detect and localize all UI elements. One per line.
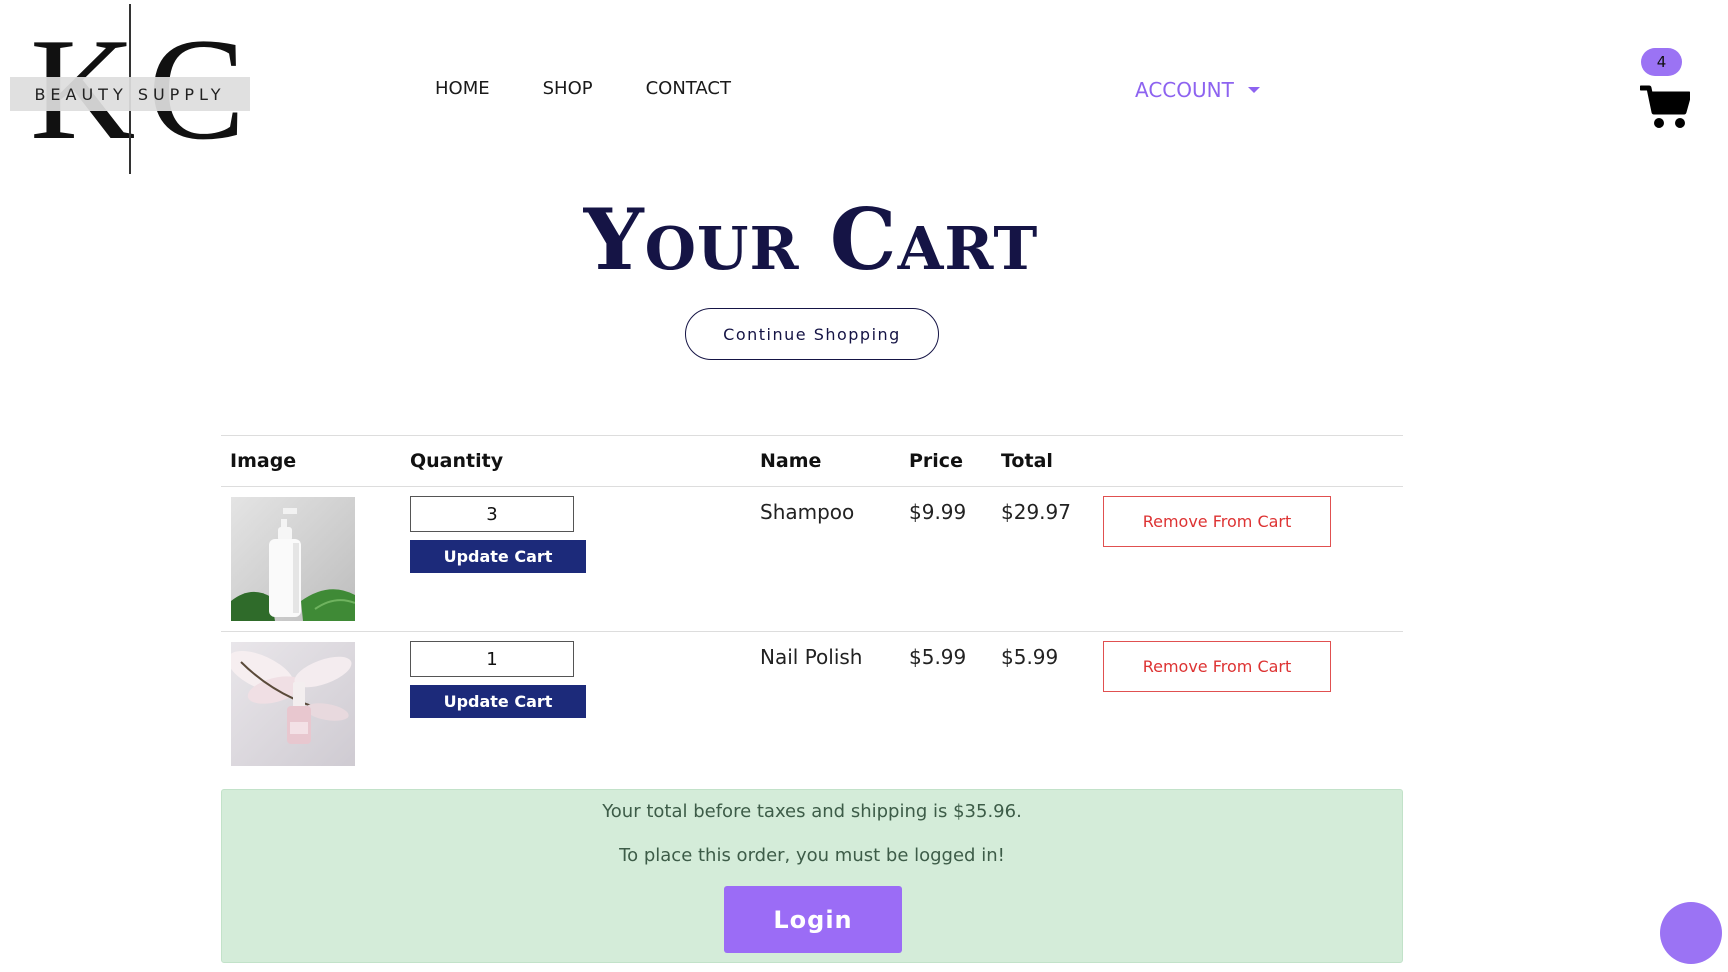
header-total: Total (1001, 450, 1053, 472)
cart-table: Image Quantity Name Price Total 3 Update… (221, 435, 1403, 776)
logo-band: BEAUTY SUPPLY (10, 77, 250, 111)
update-cart-button[interactable]: Update Cart (410, 685, 586, 718)
caret-down-icon (1247, 87, 1260, 93)
shopping-cart-icon[interactable] (1640, 82, 1690, 130)
shampoo-bottle-image (231, 497, 355, 621)
login-required-notice: To place this order, you must be logged … (619, 845, 1005, 866)
page-title: Your Cart (583, 190, 1039, 289)
logo-tagline: BEAUTY SUPPLY (34, 84, 226, 104)
remove-from-cart-button[interactable]: Remove From Cart (1103, 641, 1331, 692)
main-nav: HOME SHOP CONTACT (435, 78, 731, 99)
brand-logo[interactable]: K C BEAUTY SUPPLY (10, 4, 250, 174)
nav-shop-link[interactable]: SHOP (543, 78, 593, 99)
order-summary-panel: Your total before taxes and shipping is … (221, 789, 1403, 963)
account-dropdown[interactable]: ACCOUNT (1135, 78, 1260, 102)
header-image: Image (230, 450, 297, 472)
order-total-text: Your total before taxes and shipping is … (602, 801, 1022, 822)
login-button[interactable]: Login (724, 886, 902, 953)
table-header: Image Quantity Name Price Total (221, 435, 1403, 487)
product-price: $9.99 (909, 500, 967, 524)
table-row: Update Cart Shampoo $9.99 $29.97 Remove … (221, 487, 1403, 632)
header-price: Price (909, 450, 963, 472)
chat-widget-button[interactable] (1660, 902, 1722, 964)
product-name: Shampoo (760, 500, 855, 524)
product-total: $29.97 (1001, 500, 1071, 524)
nav-home-link[interactable]: HOME (435, 78, 490, 99)
continue-shopping-button[interactable]: Continue Shopping (685, 308, 939, 360)
update-cart-button[interactable]: Update Cart (410, 540, 586, 573)
quantity-input[interactable] (410, 496, 574, 532)
cart-count-badge: 4 (1641, 48, 1682, 76)
header-quantity: Quantity (410, 450, 504, 472)
product-name: Nail Polish (760, 645, 863, 669)
product-total: $5.99 (1001, 645, 1059, 669)
account-label: ACCOUNT (1135, 78, 1234, 102)
nail-polish-image (231, 642, 355, 766)
quantity-input[interactable] (410, 641, 574, 677)
header-name: Name (760, 450, 822, 472)
product-price: $5.99 (909, 645, 967, 669)
table-row: Update Cart Nail Polish $5.99 $5.99 Remo… (221, 632, 1403, 776)
nav-contact-link[interactable]: CONTACT (646, 78, 731, 99)
remove-from-cart-button[interactable]: Remove From Cart (1103, 496, 1331, 547)
